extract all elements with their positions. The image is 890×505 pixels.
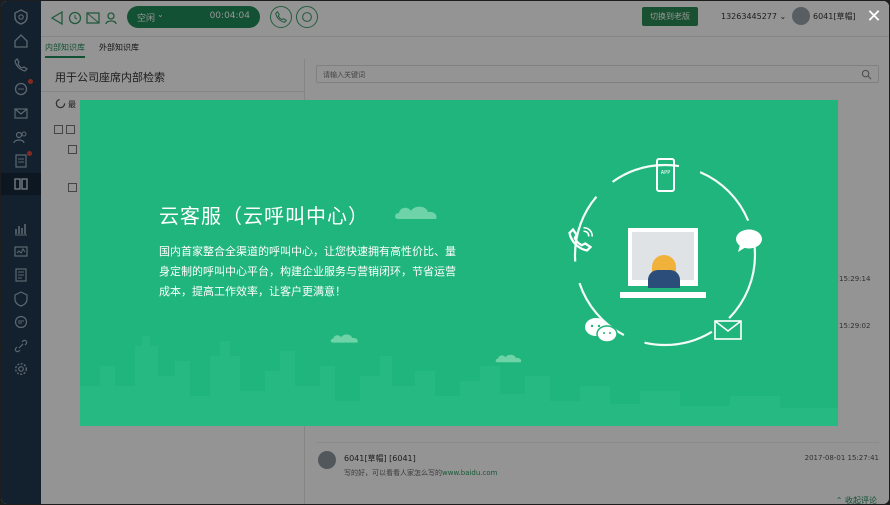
monitor-illustration [628, 228, 698, 288]
modal-overlay[interactable]: ✕ 云客服（云呼叫中心） 国内首家整合全渠道的呼叫中心，让您快速拥有高性价比、量… [1, 1, 889, 504]
close-icon[interactable]: ✕ [865, 8, 883, 26]
banner-description: 国内首家整合全渠道的呼叫中心，让您快速拥有高性价比、量身定制的呼叫中心平台，构建… [159, 245, 456, 298]
agent-body [648, 270, 680, 288]
cloud-decoration [330, 334, 358, 343]
banner-title: 云客服（云呼叫中心） [159, 204, 369, 228]
wechat-icon [585, 318, 618, 343]
mobile-app-icon: APP [656, 158, 675, 192]
email-envelope-icon [714, 320, 742, 340]
cloud-decoration [495, 354, 522, 363]
cloud-decoration [395, 206, 437, 219]
product-intro-banner: 云客服（云呼叫中心） 国内首家整合全渠道的呼叫中心，让您快速拥有高性价比、量身定… [80, 100, 838, 426]
desk [620, 292, 706, 298]
telephone-icon [568, 226, 594, 252]
app-badge-text: APP [660, 170, 671, 176]
app-window: 空闲 ⌄ 00:04:04 切换到老版 13263445277 ⌄ 6041[草… [1, 1, 889, 504]
speech-bubble-icon [736, 229, 762, 252]
